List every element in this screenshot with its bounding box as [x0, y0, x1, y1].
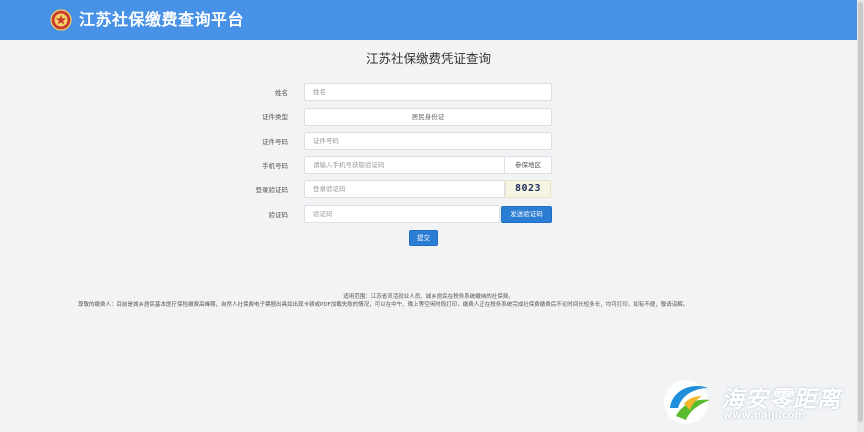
- watermark-url: www.halji.com: [723, 410, 806, 421]
- phone-input[interactable]: 请输入手机号获取验证码: [304, 156, 505, 174]
- form-title: 江苏社保缴费凭证查询: [365, 51, 491, 66]
- id-number-label: 证件号码: [262, 138, 288, 146]
- payer-notice: 尊敬的缴费人：目前是城乡居民基本医疗保险缴费高峰期，自然人社保费电子票据出具如出…: [78, 302, 689, 308]
- site-title: 江苏社保缴费查询平台: [79, 10, 245, 29]
- scrollbar-thumb[interactable]: [858, 2, 863, 422]
- captcha-image[interactable]: 8023: [505, 180, 551, 198]
- submit-button[interactable]: 提交: [409, 230, 438, 246]
- top-header-bar: 江苏社保缴费查询平台: [0, 0, 857, 40]
- insured-region-button[interactable]: 参保地区: [504, 156, 552, 174]
- vertical-scrollbar[interactable]: [857, 0, 864, 432]
- sms-code-label: 验证码: [268, 211, 289, 219]
- haian-logo-icon: [664, 380, 710, 424]
- name-input[interactable]: 姓名: [304, 83, 552, 101]
- send-code-button[interactable]: 发送验证码: [501, 206, 552, 223]
- tax-emblem-icon: [50, 9, 72, 31]
- sms-code-input[interactable]: 验证码: [304, 205, 500, 223]
- id-type-select[interactable]: 居民身份证: [304, 108, 552, 126]
- id-number-input[interactable]: 证件号码: [304, 132, 552, 150]
- login-captcha-label: 登录验证码: [255, 186, 289, 194]
- name-label: 姓名: [275, 89, 288, 97]
- login-captcha-input[interactable]: 登录验证码: [304, 180, 505, 198]
- scope-notice: 适用范围：江苏省灵活就业人员、城乡居民在税务系统缴纳的社保费。: [343, 294, 514, 300]
- id-type-label: 证件类型: [262, 113, 288, 121]
- phone-label: 手机号码: [262, 162, 288, 170]
- watermark-site-name: 海安零距离: [721, 387, 841, 413]
